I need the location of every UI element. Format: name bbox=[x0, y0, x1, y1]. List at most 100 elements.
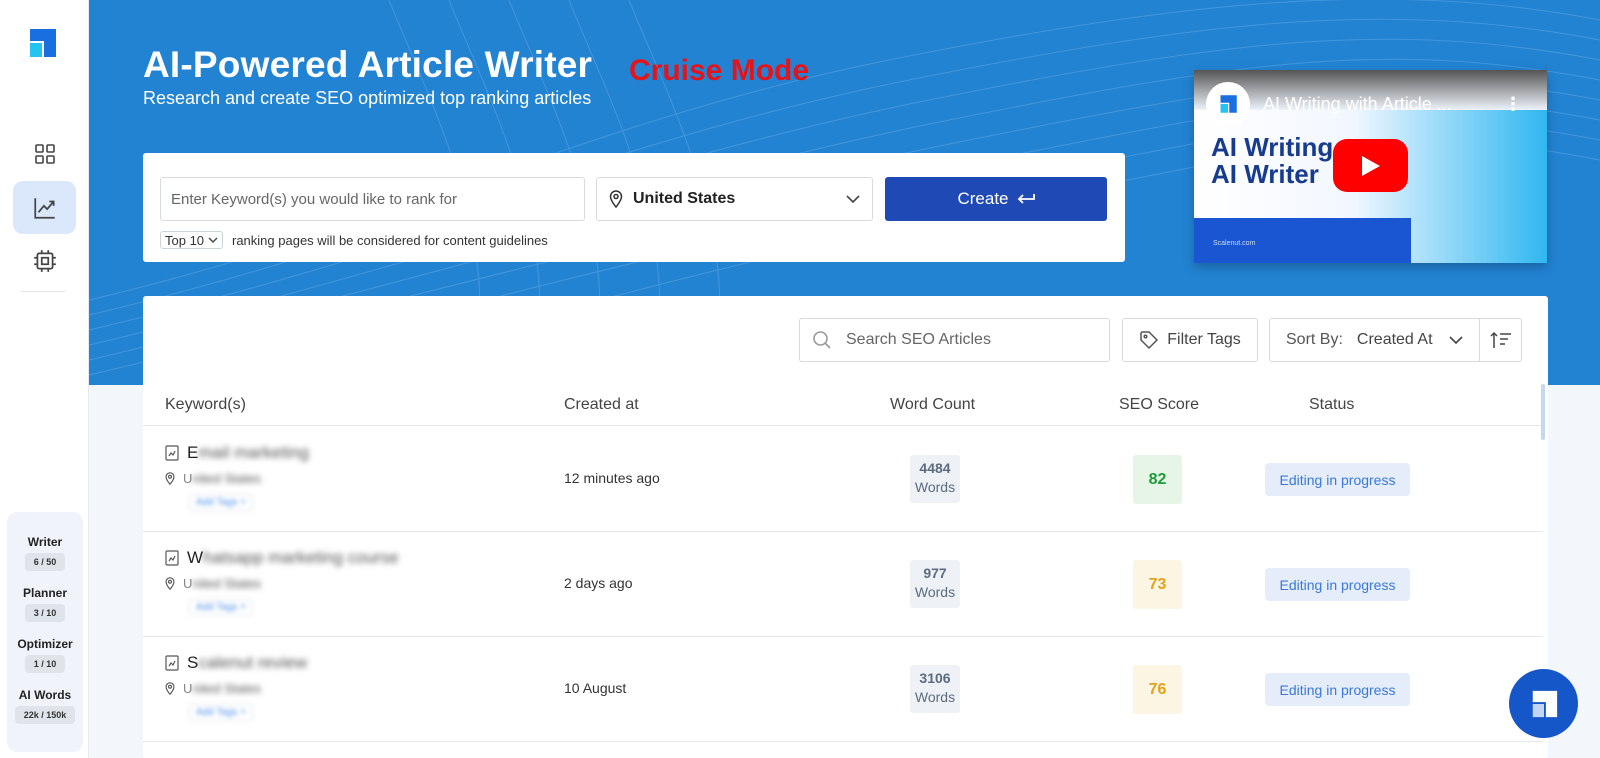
keyword-cell: Email marketing United States Add Tags + bbox=[165, 443, 455, 523]
usage-ai-words: AI Words 22k / 150k bbox=[7, 688, 83, 724]
kebab-menu-icon[interactable]: ⋮ bbox=[1504, 94, 1522, 115]
support-chat-button[interactable] bbox=[1509, 669, 1578, 738]
keyword-rest: hatsapp marketing course bbox=[203, 548, 399, 567]
chevron-down-icon bbox=[208, 237, 218, 243]
usage-label: Optimizer bbox=[17, 637, 73, 651]
usage-label: Planner bbox=[22, 586, 67, 600]
sort-label: Sort By: bbox=[1286, 331, 1343, 348]
nav-dashboard[interactable] bbox=[13, 127, 76, 180]
document-chart-icon bbox=[165, 550, 179, 566]
table-row[interactable]: Scalenut review United States Add Tags +… bbox=[143, 637, 1543, 742]
grid-icon bbox=[34, 143, 55, 164]
location-first: U bbox=[183, 681, 193, 696]
keyword-first: S bbox=[187, 653, 199, 672]
video-heading-line2: AI Writer bbox=[1211, 159, 1319, 189]
sort-direction-button[interactable] bbox=[1480, 318, 1522, 362]
chevron-down-icon bbox=[846, 195, 860, 203]
video-title[interactable]: AI Writing with Article ... bbox=[1263, 94, 1452, 115]
nav-seo[interactable] bbox=[13, 181, 76, 234]
page-subtitle: Research and create SEO optimized top ra… bbox=[143, 88, 592, 108]
keyword-cell: Scalenut review United States Add Tags + bbox=[165, 653, 455, 733]
page-title: AI-Powered Article Writer bbox=[143, 44, 593, 85]
nav-ai-tools[interactable] bbox=[13, 234, 76, 287]
usage-label: Writer bbox=[27, 535, 63, 549]
usage-value: 22k / 150k bbox=[14, 706, 76, 724]
status-badge: Editing in progress bbox=[1265, 673, 1410, 706]
word-count-value: 977 bbox=[923, 565, 947, 581]
create-button-label: Create bbox=[957, 189, 1009, 208]
chip-icon bbox=[33, 249, 56, 272]
tutorial-video[interactable]: Scalenut.com AI Writing AI Writer AI Wri… bbox=[1194, 70, 1547, 263]
keyword-rest: calenut review bbox=[198, 653, 308, 672]
word-count-unit: Words bbox=[914, 584, 956, 600]
usage-optimizer: Optimizer 1 / 10 bbox=[7, 637, 83, 673]
top-n-note: ranking pages will be considered for con… bbox=[232, 233, 548, 248]
video-small-text: Scalenut.com bbox=[1213, 240, 1256, 247]
word-count-unit: Words bbox=[914, 689, 956, 705]
created-at: 12 minutes ago bbox=[564, 470, 660, 486]
word-count-badge: 4484 Words bbox=[910, 455, 960, 503]
play-icon bbox=[1361, 155, 1380, 176]
header-created[interactable]: Created at bbox=[564, 396, 639, 414]
scalenut-logo-icon[interactable] bbox=[26, 27, 58, 59]
created-at: 10 August bbox=[564, 680, 627, 696]
create-button[interactable]: Create bbox=[885, 177, 1107, 221]
video-heading: AI Writing AI Writer bbox=[1211, 134, 1333, 188]
channel-avatar[interactable] bbox=[1206, 82, 1250, 126]
search-box[interactable] bbox=[799, 318, 1110, 362]
location-line: United States bbox=[165, 681, 455, 696]
keyword-first: E bbox=[187, 443, 199, 462]
keyword-line: Email marketing bbox=[165, 443, 455, 463]
chevron-down-icon bbox=[1449, 336, 1463, 344]
usage-card: Writer 6 / 50 Planner 3 / 10 Optimizer 1… bbox=[7, 512, 83, 752]
location-select[interactable]: United States bbox=[596, 177, 873, 221]
usage-label: AI Words bbox=[18, 688, 72, 702]
sort-value: Created At bbox=[1356, 331, 1433, 348]
header-seo-score[interactable]: SEO Score bbox=[1119, 396, 1199, 414]
word-count-badge: 977 Words bbox=[910, 560, 960, 608]
tag-icon bbox=[1140, 331, 1159, 350]
location-first: U bbox=[183, 576, 193, 591]
location-rest: nited States bbox=[192, 681, 262, 696]
location-line: United States bbox=[165, 576, 455, 591]
location-line: United States bbox=[165, 471, 455, 486]
table-row[interactable]: Whatsapp marketing course United States … bbox=[143, 532, 1543, 637]
search-input[interactable] bbox=[846, 331, 1086, 349]
add-tags-link[interactable]: Add Tags + bbox=[189, 704, 254, 721]
top-n-value: Top 10 bbox=[165, 232, 205, 248]
location-rest: nited States bbox=[192, 471, 262, 486]
document-chart-icon bbox=[165, 655, 179, 671]
word-count-unit: Words bbox=[914, 479, 956, 495]
usage-writer: Writer 6 / 50 bbox=[7, 535, 83, 571]
chart-line-icon bbox=[33, 197, 55, 219]
table-row[interactable]: Email marketing United States Add Tags +… bbox=[143, 427, 1543, 532]
top-n-select[interactable]: Top 10 bbox=[160, 231, 224, 249]
sort-select[interactable]: Sort By: Created At bbox=[1269, 318, 1480, 362]
keyword-cell: Whatsapp marketing course United States … bbox=[165, 548, 455, 628]
keyword-input[interactable] bbox=[160, 177, 585, 221]
youtube-play-button[interactable] bbox=[1333, 139, 1408, 192]
filter-tags-label: Filter Tags bbox=[1167, 331, 1241, 348]
filter-tags-button[interactable]: Filter Tags bbox=[1122, 318, 1258, 362]
header-word-count[interactable]: Word Count bbox=[890, 396, 975, 414]
sidebar: Writer 6 / 50 Planner 3 / 10 Optimizer 1… bbox=[0, 0, 89, 758]
sort-ascending-icon bbox=[1489, 331, 1511, 348]
articles-panel: Filter Tags Sort By: Created At Keyword(… bbox=[143, 296, 1548, 758]
location-pin-icon bbox=[165, 577, 175, 590]
usage-value: 1 / 10 bbox=[24, 655, 66, 673]
document-chart-icon bbox=[165, 445, 179, 461]
created-at: 2 days ago bbox=[564, 575, 633, 591]
seo-score-badge: 76 bbox=[1133, 665, 1182, 714]
add-tags-link[interactable]: Add Tags + bbox=[189, 494, 254, 511]
location-pin-icon bbox=[165, 682, 175, 695]
keyword-rest: mail marketing bbox=[198, 443, 309, 462]
location-rest: nited States bbox=[192, 576, 262, 591]
word-count-badge: 3106 Words bbox=[910, 665, 960, 713]
header-keyword[interactable]: Keyword(s) bbox=[165, 396, 246, 414]
add-tags-link[interactable]: Add Tags + bbox=[189, 599, 254, 616]
word-count-value: 3106 bbox=[919, 670, 951, 686]
nav-divider bbox=[21, 291, 66, 292]
search-icon bbox=[813, 331, 831, 349]
video-heading-line1: AI Writing bbox=[1211, 132, 1334, 162]
location-first: U bbox=[183, 471, 193, 486]
